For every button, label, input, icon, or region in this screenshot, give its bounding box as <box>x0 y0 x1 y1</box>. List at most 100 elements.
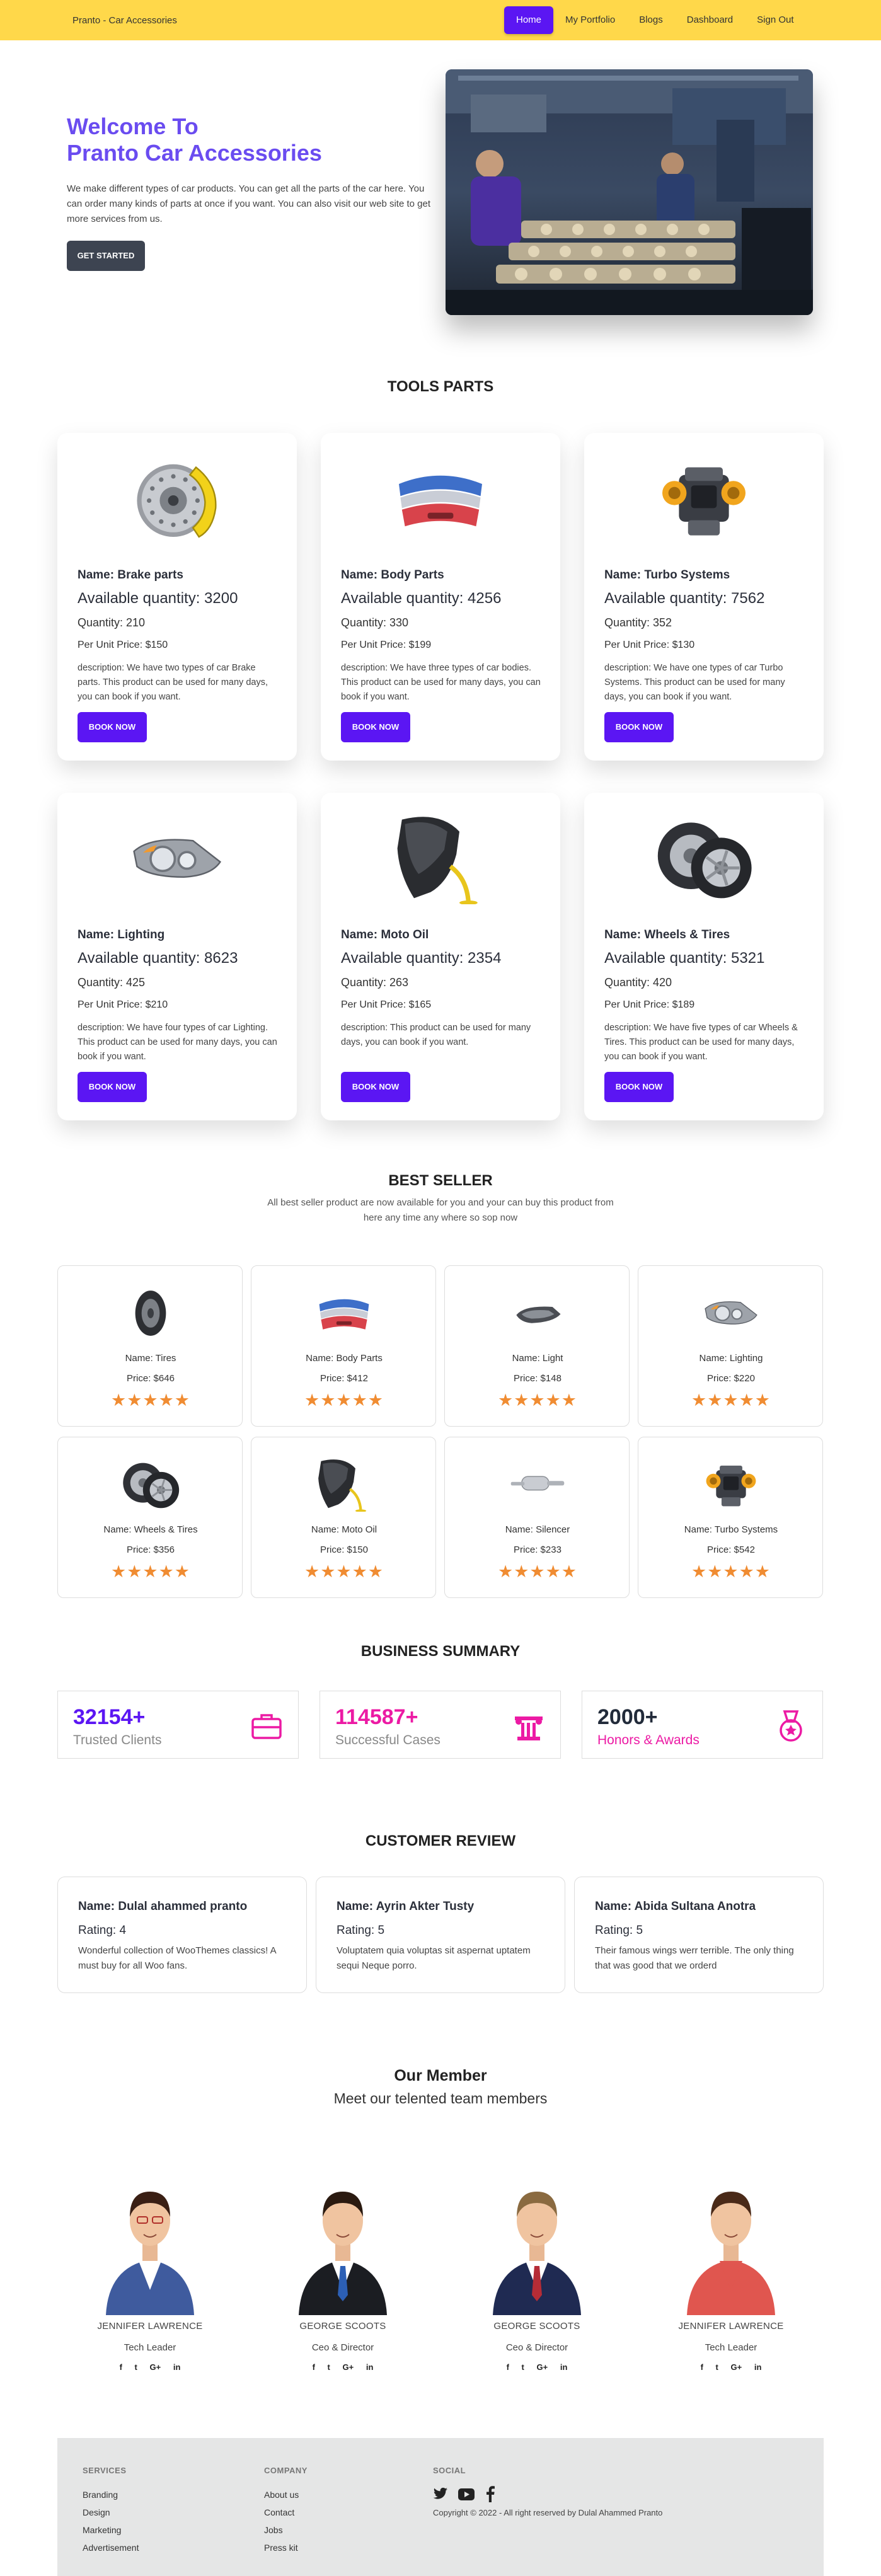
product-price: Price: $412 <box>320 1373 368 1384</box>
product-image <box>445 1456 630 1513</box>
book-now-button[interactable]: BOOK NOW <box>604 1072 674 1102</box>
footer-link-design[interactable]: Design <box>83 2507 110 2517</box>
google-plus-icon[interactable]: G+ <box>150 2362 161 2372</box>
footer-link-marketing[interactable]: Marketing <box>83 2525 121 2535</box>
nav-links: Home My Portfolio Blogs Dashboard Sign O… <box>504 6 806 34</box>
tool-card: Name: Moto Oil Available quantity: 2354 … <box>321 793 560 1120</box>
product-image <box>584 805 824 912</box>
medal-icon <box>780 1710 802 1742</box>
star-rating: ★★★★★ <box>497 1562 578 1582</box>
footer: SERVICES Branding Design Marketing Adver… <box>57 2438 824 2576</box>
facebook-icon[interactable] <box>486 2486 495 2502</box>
member-social-links: f t G+ in <box>74 2362 226 2372</box>
twitter-icon[interactable]: t <box>522 2362 524 2372</box>
best-seller-card[interactable]: Name: Tires Price: $646 ★★★★★ <box>57 1265 243 1427</box>
best-seller-card[interactable]: Name: Wheels & Tires Price: $356 ★★★★★ <box>57 1437 243 1598</box>
footer-link-about[interactable]: About us <box>264 2490 299 2500</box>
tool-available: Available quantity: 4256 <box>341 590 502 607</box>
footer-link-branding[interactable]: Branding <box>83 2490 118 2500</box>
member-card: GEORGE SCOOTS Ceo & Director f t G+ in <box>267 2166 418 2374</box>
tool-quantity: Quantity: 210 <box>78 616 146 629</box>
product-name: Name: Light <box>512 1353 563 1364</box>
linkedin-icon[interactable]: in <box>366 2362 374 2372</box>
tool-available: Available quantity: 8623 <box>78 950 238 967</box>
book-now-button[interactable]: BOOK NOW <box>78 712 147 742</box>
review-rating: Rating: 5 <box>337 1924 385 1937</box>
star-rating: ★★★★★ <box>110 1391 191 1410</box>
nav-home[interactable]: Home <box>504 6 554 34</box>
tool-card: Name: Wheels & Tires Available quantity:… <box>584 793 824 1120</box>
tool-name: Name: Wheels & Tires <box>604 928 730 941</box>
summary-label: Honors & Awards <box>597 1733 700 1747</box>
product-price: Price: $356 <box>127 1544 175 1555</box>
star-rating: ★★★★★ <box>497 1391 578 1410</box>
twitter-icon[interactable]: t <box>328 2362 330 2372</box>
facebook-icon[interactable]: f <box>701 2362 703 2372</box>
review-name: Name: Ayrin Akter Tusty <box>337 1900 475 1913</box>
product-image <box>251 1285 437 1342</box>
summary-number: 2000+ <box>597 1705 658 1729</box>
best-seller-card[interactable]: Name: Silencer Price: $233 ★★★★★ <box>444 1437 630 1598</box>
review-card: Name: Dulal ahammed pranto Rating: 4 Won… <box>57 1877 307 1993</box>
product-image <box>321 446 560 553</box>
nav-sign-out[interactable]: Sign Out <box>745 6 805 34</box>
tool-quantity: Quantity: 352 <box>604 616 672 629</box>
facebook-icon[interactable]: f <box>120 2362 122 2372</box>
member-role: Ceo & Director <box>311 2342 374 2353</box>
best-seller-card[interactable]: Name: Moto Oil Price: $150 ★★★★★ <box>251 1437 436 1598</box>
linkedin-icon[interactable]: in <box>754 2362 762 2372</box>
product-image <box>58 1285 243 1342</box>
brand-name[interactable]: Pranto - Car Accessories <box>72 15 177 26</box>
navbar: Pranto - Car Accessories Home My Portfol… <box>0 0 881 40</box>
footer-link-jobs[interactable]: Jobs <box>264 2525 283 2535</box>
tool-name: Name: Body Parts <box>341 568 444 582</box>
book-now-button[interactable]: BOOK NOW <box>604 712 674 742</box>
best-seller-card[interactable]: Name: Light Price: $148 ★★★★★ <box>444 1265 630 1427</box>
twitter-icon[interactable]: t <box>716 2362 718 2372</box>
summary-card-clients: 32154+ Trusted Clients <box>57 1691 299 1759</box>
star-rating: ★★★★★ <box>110 1562 191 1582</box>
tool-available: Available quantity: 5321 <box>604 950 765 967</box>
linkedin-icon[interactable]: in <box>560 2362 568 2372</box>
book-now-button[interactable]: BOOK NOW <box>341 1072 410 1102</box>
tool-card: Name: Lighting Available quantity: 8623 … <box>57 793 297 1120</box>
product-name: Name: Body Parts <box>306 1353 383 1364</box>
tool-quantity: Quantity: 425 <box>78 976 146 989</box>
product-image <box>57 805 297 912</box>
youtube-icon[interactable] <box>458 2488 475 2500</box>
twitter-icon[interactable]: t <box>135 2362 137 2372</box>
google-plus-icon[interactable]: G+ <box>343 2362 354 2372</box>
footer-link-press-kit[interactable]: Press kit <box>264 2543 298 2553</box>
google-plus-icon[interactable]: G+ <box>731 2362 742 2372</box>
book-now-button[interactable]: BOOK NOW <box>78 1072 147 1102</box>
facebook-icon[interactable]: f <box>313 2362 315 2372</box>
product-image <box>321 805 560 912</box>
tool-description: description: We have two types of car Br… <box>78 663 268 702</box>
best-seller-card[interactable]: Name: Turbo Systems Price: $542 ★★★★★ <box>638 1437 823 1598</box>
star-rating: ★★★★★ <box>691 1391 771 1410</box>
member-name: JENNIFER LAWRENCE <box>97 2321 203 2332</box>
footer-link-advertisement[interactable]: Advertisement <box>83 2543 139 2553</box>
facebook-icon[interactable]: f <box>507 2362 509 2372</box>
google-plus-icon[interactable]: G+ <box>537 2362 548 2372</box>
twitter-icon[interactable] <box>433 2487 448 2501</box>
book-now-button[interactable]: BOOK NOW <box>341 712 410 742</box>
review-name: Name: Abida Sultana Anotra <box>595 1900 756 1913</box>
nav-blogs[interactable]: Blogs <box>627 6 675 34</box>
nav-my-portfolio[interactable]: My Portfolio <box>553 6 627 34</box>
footer-social-heading: SOCIAL <box>433 2466 466 2475</box>
linkedin-icon[interactable]: in <box>173 2362 181 2372</box>
nav-dashboard[interactable]: Dashboard <box>675 6 745 34</box>
get-started-button[interactable]: GET STARTED <box>67 241 145 271</box>
summary-number: 32154+ <box>73 1705 146 1729</box>
member-name: GEORGE SCOOTS <box>299 2321 386 2332</box>
best-seller-card[interactable]: Name: Body Parts Price: $412 ★★★★★ <box>251 1265 436 1427</box>
tool-price: Per Unit Price: $189 <box>604 999 695 1010</box>
tool-description: description: This product can be used fo… <box>341 1023 531 1047</box>
product-image <box>584 446 824 553</box>
tool-quantity: Quantity: 263 <box>341 976 409 989</box>
product-image <box>57 446 297 553</box>
footer-link-contact[interactable]: Contact <box>264 2507 294 2517</box>
best-seller-card[interactable]: Name: Lighting Price: $220 ★★★★★ <box>638 1265 823 1427</box>
review-title: CUSTOMER REVIEW <box>365 1832 516 1849</box>
